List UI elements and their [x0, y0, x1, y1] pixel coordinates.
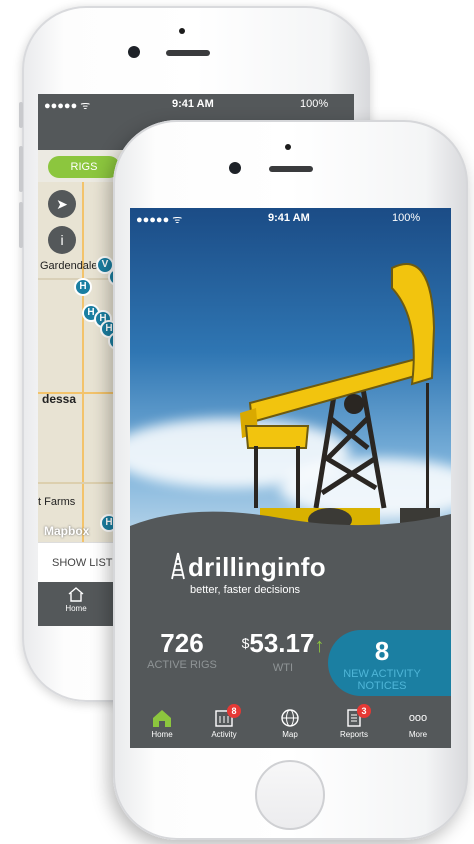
notices-count: 8 — [374, 636, 390, 666]
info-icon[interactable]: i — [48, 226, 76, 254]
tab-home[interactable]: Home — [50, 586, 102, 613]
carrier-signal: ●●●●● ᯤ — [136, 214, 183, 226]
home-hardware-button — [255, 760, 325, 830]
front-camera — [229, 162, 241, 174]
front-camera — [128, 46, 140, 58]
battery-percent: 100% — [300, 98, 329, 110]
carrier-signal: ●●●●● ᯤ — [44, 100, 91, 112]
derrick-logo-icon — [171, 552, 185, 580]
brand-name: drillinginfo — [188, 552, 326, 582]
status-bar: ●●●●● ᯤ 9:41 AM 100% — [130, 208, 451, 228]
more-icon: ooo — [408, 712, 428, 724]
tab-home-label: Home — [65, 604, 87, 613]
tab-home-label: Home — [151, 730, 173, 739]
tab-more-label: More — [408, 730, 428, 739]
front-screen: ●●●●● ᯤ 9:41 AM 100% drillinginfo better… — [130, 208, 451, 748]
notices-label-line1: NEW ACTIVITY — [343, 668, 421, 680]
rig-pin[interactable]: H — [74, 278, 92, 296]
active-rigs-value: 726 — [160, 628, 204, 658]
brand-tagline: better, faster decisions — [190, 584, 301, 596]
status-time: 9:41 AM — [268, 212, 310, 224]
map-label-gardendale: Gardendale — [40, 260, 98, 272]
activity-badge: 8 — [227, 704, 241, 718]
home-icon — [151, 708, 173, 728]
active-rigs-label: ACTIVE RIGS — [147, 659, 217, 671]
notices-label-line2: NOTICES — [357, 680, 407, 692]
tab-home[interactable]: Home — [134, 706, 190, 739]
active-rigs-stat[interactable]: 726 ACTIVE RIGS — [144, 628, 220, 672]
locate-icon[interactable]: ➤ — [48, 190, 76, 218]
earpiece-speaker — [269, 166, 313, 172]
tab-reports[interactable]: 3 Reports — [326, 704, 382, 739]
tab-activity-label: Activity — [211, 730, 237, 739]
volume-up-button — [19, 146, 23, 192]
earpiece-speaker — [166, 50, 210, 56]
proximity-sensor — [285, 144, 291, 150]
wti-stat[interactable]: $53.17↑ WTI — [234, 628, 332, 675]
status-time: 9:41 AM — [172, 98, 214, 110]
wti-label: WTI — [272, 662, 294, 674]
reports-badge: 3 — [357, 704, 371, 718]
volume-down-button — [19, 202, 23, 248]
mapbox-attribution: Mapbox — [44, 524, 90, 538]
tab-map-label: Map — [282, 730, 298, 739]
marketing-stage: ●●●●● ᯤ 9:41 AM 100% RIGS ➤ i Gardendale… — [0, 0, 474, 844]
activity-notices-button[interactable]: 8 NEW ACTIVITY NOTICES — [328, 630, 451, 696]
globe-icon — [279, 708, 301, 728]
tab-bar: Home 8 Activity Map 3 Reports ooo More — [130, 704, 451, 748]
status-bar: ●●●●● ᯤ 9:41 AM 100% — [38, 94, 354, 114]
tab-reports-label: Reports — [339, 730, 368, 739]
tab-more[interactable]: ooo More — [390, 706, 446, 739]
front-phone: ●●●●● ᯤ 9:41 AM 100% drillinginfo better… — [113, 120, 468, 840]
activity-icon: 8 — [213, 704, 241, 728]
map-label-odessa: dessa — [42, 392, 77, 406]
tab-activity[interactable]: 8 Activity — [196, 704, 252, 739]
proximity-sensor — [179, 28, 185, 34]
battery-percent: 100% — [392, 212, 421, 224]
trend-up-icon: ↑ — [314, 635, 325, 657]
rigs-segment-button[interactable]: RIGS — [48, 156, 120, 178]
tab-map[interactable]: Map — [262, 706, 318, 739]
mute-switch — [19, 102, 23, 128]
wti-value: 53.17 — [249, 628, 315, 658]
map-label-farms: t Farms — [38, 496, 76, 508]
home-outline-icon — [68, 587, 84, 602]
reports-icon: 3 — [343, 704, 371, 728]
